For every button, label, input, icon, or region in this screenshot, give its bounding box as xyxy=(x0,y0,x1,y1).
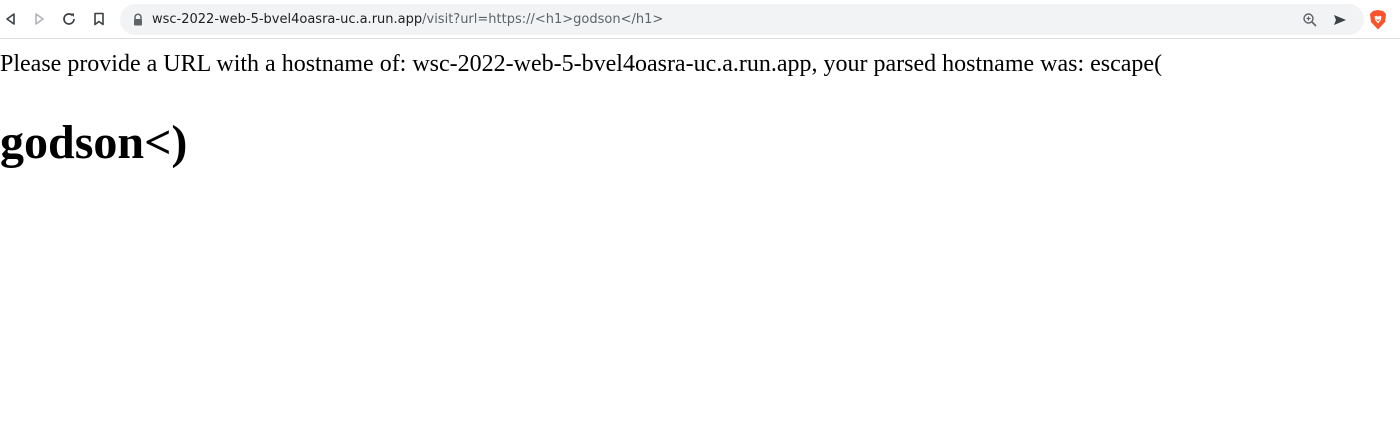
address-bar[interactable]: wsc-2022-web-5-bvel4oasra-uc.a.run.app/v… xyxy=(120,4,1364,35)
brave-shield-icon[interactable] xyxy=(1368,9,1388,31)
send-icon[interactable] xyxy=(1331,11,1349,29)
page-content: Please provide a URL with a hostname of:… xyxy=(0,40,1400,445)
reload-icon[interactable] xyxy=(58,8,80,30)
url-host: wsc-2022-web-5-bvel4oasra-uc.a.run.app xyxy=(152,12,423,27)
back-arrow-icon[interactable] xyxy=(0,8,22,30)
forward-arrow-icon[interactable] xyxy=(28,8,50,30)
bookmark-icon[interactable] xyxy=(88,8,110,30)
error-message: Please provide a URL with a hostname of:… xyxy=(0,51,1163,77)
url-text[interactable]: wsc-2022-web-5-bvel4oasra-uc.a.run.app/v… xyxy=(152,4,663,35)
zoom-icon[interactable] xyxy=(1301,11,1319,29)
injected-heading: godson<) xyxy=(0,116,188,169)
browser-toolbar: wsc-2022-web-5-bvel4oasra-uc.a.run.app/v… xyxy=(0,0,1400,39)
url-path: /visit?url=https://<h1>godson</h1> xyxy=(422,12,664,27)
lock-icon[interactable] xyxy=(132,13,144,27)
